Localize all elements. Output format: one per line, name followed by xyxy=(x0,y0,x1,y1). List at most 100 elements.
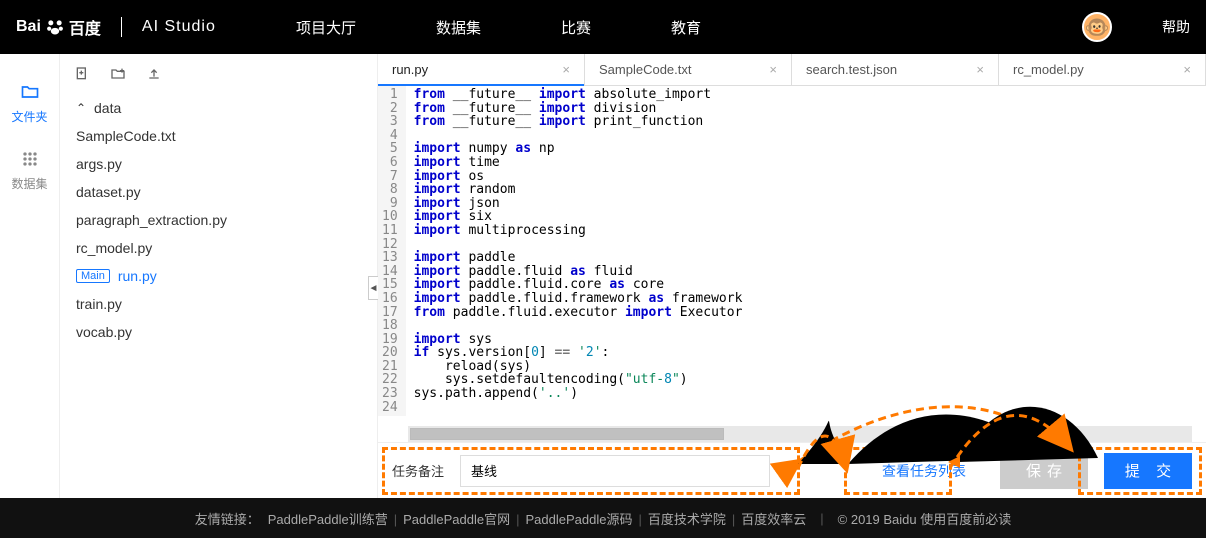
file-sidebar: ⌃ data SampleCode.txt args.py dataset.py pa… xyxy=(60,54,378,498)
code-editor[interactable]: 123456789101112131415161718192021222324 … xyxy=(378,86,1206,416)
code-line xyxy=(414,319,743,333)
tree-file-rc_model-py[interactable]: rc_model.py xyxy=(60,234,377,262)
line-number: 12 xyxy=(382,238,398,252)
tab-SampleCode-txt[interactable]: SampleCode.txt × xyxy=(585,54,792,85)
save-button[interactable]: 保存 xyxy=(1000,453,1088,489)
code-line: import json xyxy=(414,197,743,211)
line-number: 5 xyxy=(382,142,398,156)
collapse-sidebar-icon[interactable]: ◄ xyxy=(368,276,378,300)
tree-file-label: args.py xyxy=(76,156,122,172)
code-line: import six xyxy=(414,210,743,224)
tree-file-vocab-py[interactable]: vocab.py xyxy=(60,318,377,346)
code-line: import paddle.fluid.core as core xyxy=(414,278,743,292)
tab-search-test-json[interactable]: search.test.json× xyxy=(792,54,999,85)
code-line xyxy=(414,238,743,252)
rail-datasets[interactable]: 数据集 xyxy=(0,137,59,204)
brand-separator xyxy=(121,17,122,37)
tree-file-paragraph_extraction-py[interactable]: paragraph_extraction.py xyxy=(60,206,377,234)
line-number: 2 xyxy=(382,102,398,116)
avatar[interactable]: 🐵 xyxy=(1082,12,1112,42)
line-number: 21 xyxy=(382,360,398,374)
code-line: import multiprocessing xyxy=(414,224,743,238)
footer-link[interactable]: PaddlePaddle官网 xyxy=(403,512,510,527)
rail-files[interactable]: 文件夹 xyxy=(0,70,59,137)
line-number: 6 xyxy=(382,156,398,170)
footer-sep: | xyxy=(820,511,823,526)
upload-icon[interactable] xyxy=(146,66,162,82)
tree-file-label: SampleCode.txt xyxy=(76,128,176,144)
rail-datasets-label: 数据集 xyxy=(11,175,47,192)
horizontal-scrollbar[interactable] xyxy=(408,426,1192,442)
task-note-input[interactable] xyxy=(460,455,770,487)
sub-brand: AI Studio xyxy=(142,18,216,36)
code-line: import paddle xyxy=(414,251,743,265)
chevron-down-icon: ⌃ xyxy=(76,101,86,115)
tab-run-py[interactable]: run.py × xyxy=(378,54,585,85)
line-number: 17 xyxy=(382,306,398,320)
paw-icon xyxy=(45,17,65,37)
new-file-icon[interactable] xyxy=(74,66,90,82)
code-line: import paddle.fluid as fluid xyxy=(414,265,743,279)
tree-file-label: rc_model.py xyxy=(76,240,152,256)
tree-file-label: run.py xyxy=(118,268,157,284)
footer-sep: | xyxy=(516,512,519,527)
tree-file-train-py[interactable]: train.py xyxy=(60,290,377,318)
line-number: 7 xyxy=(382,170,398,184)
nav-right: 🐵 帮助 xyxy=(1082,12,1190,42)
scrollbar-thumb[interactable] xyxy=(410,428,724,440)
code-line: sys.setdefaultencoding("utf-8") xyxy=(414,373,743,387)
nav-link-datasets[interactable]: 数据集 xyxy=(436,17,481,38)
close-icon[interactable]: × xyxy=(976,62,984,77)
brand: Bai 百度 AI Studio xyxy=(16,15,256,39)
brand-text-1: Bai xyxy=(16,18,41,36)
footer-link[interactable]: 百度效率云 xyxy=(741,512,806,527)
tree-file-args-py[interactable]: args.py xyxy=(60,150,377,178)
baidu-logo: Bai 百度 xyxy=(16,15,101,39)
tab-label: SampleCode.txt xyxy=(599,62,692,77)
tab-label: run.py xyxy=(392,62,428,77)
tree-file-SampleCode-txt[interactable]: SampleCode.txt xyxy=(60,122,377,150)
brand-text-2: 百度 xyxy=(69,15,101,39)
task-note-label: 任务备注 xyxy=(392,461,444,480)
new-folder-icon[interactable] xyxy=(110,66,126,82)
left-rail: 文件夹 数据集 xyxy=(0,54,60,498)
nav-link-projects[interactable]: 项目大厅 xyxy=(296,17,356,38)
footer-link[interactable]: 百度技术学院 xyxy=(648,512,726,527)
line-number: 10 xyxy=(382,210,398,224)
code-line: import numpy as np xyxy=(414,142,743,156)
main-tag: Main xyxy=(76,269,110,283)
avatar-emoji: 🐵 xyxy=(1085,15,1110,40)
footer-copyright: © 2019 Baidu 使用百度前必读 xyxy=(838,509,1012,528)
code-line: from __future__ import print_function xyxy=(414,115,743,129)
code-line: sys.path.append('..') xyxy=(414,387,743,401)
tab-rc_model-py[interactable]: rc_model.py× xyxy=(999,54,1206,85)
line-number: 13 xyxy=(382,251,398,265)
nav-link-education[interactable]: 教育 xyxy=(671,17,701,38)
close-icon[interactable]: × xyxy=(769,62,777,77)
tree-file-run-py[interactable]: Main run.py xyxy=(60,262,377,290)
tree-folder-data[interactable]: ⌃ data xyxy=(60,94,377,122)
footer-link[interactable]: PaddlePaddle训练营 xyxy=(268,512,388,527)
tree-file-label: vocab.py xyxy=(76,324,132,340)
footer-link[interactable]: PaddlePaddle源码 xyxy=(525,512,632,527)
code-line: import os xyxy=(414,170,743,184)
tree-file-dataset-py[interactable]: dataset.py xyxy=(60,178,377,206)
help-link[interactable]: 帮助 xyxy=(1162,17,1190,37)
submit-button[interactable]: 提 交 xyxy=(1104,453,1192,489)
close-icon[interactable]: × xyxy=(562,62,570,77)
nav-link-contests[interactable]: 比赛 xyxy=(561,17,591,38)
footer-prefix: 友情链接： xyxy=(195,509,260,528)
code-line: import paddle.fluid.framework as framewo… xyxy=(414,292,743,306)
line-number: 19 xyxy=(382,333,398,347)
main: 文件夹 数据集 ⌃ data SampleCode.txt args.py data… xyxy=(0,54,1206,498)
folder-icon xyxy=(19,82,41,102)
file-tree: ⌃ data SampleCode.txt args.py dataset.py pa… xyxy=(60,94,377,498)
tree-folder-label: data xyxy=(94,100,121,116)
line-number: 9 xyxy=(382,197,398,211)
close-icon[interactable]: × xyxy=(1183,62,1191,77)
code-line: import sys xyxy=(414,333,743,347)
line-number: 4 xyxy=(382,129,398,143)
tree-file-label: dataset.py xyxy=(76,184,141,200)
view-task-queue-link[interactable]: 查看任务列表 xyxy=(864,461,984,481)
code-line: import time xyxy=(414,156,743,170)
